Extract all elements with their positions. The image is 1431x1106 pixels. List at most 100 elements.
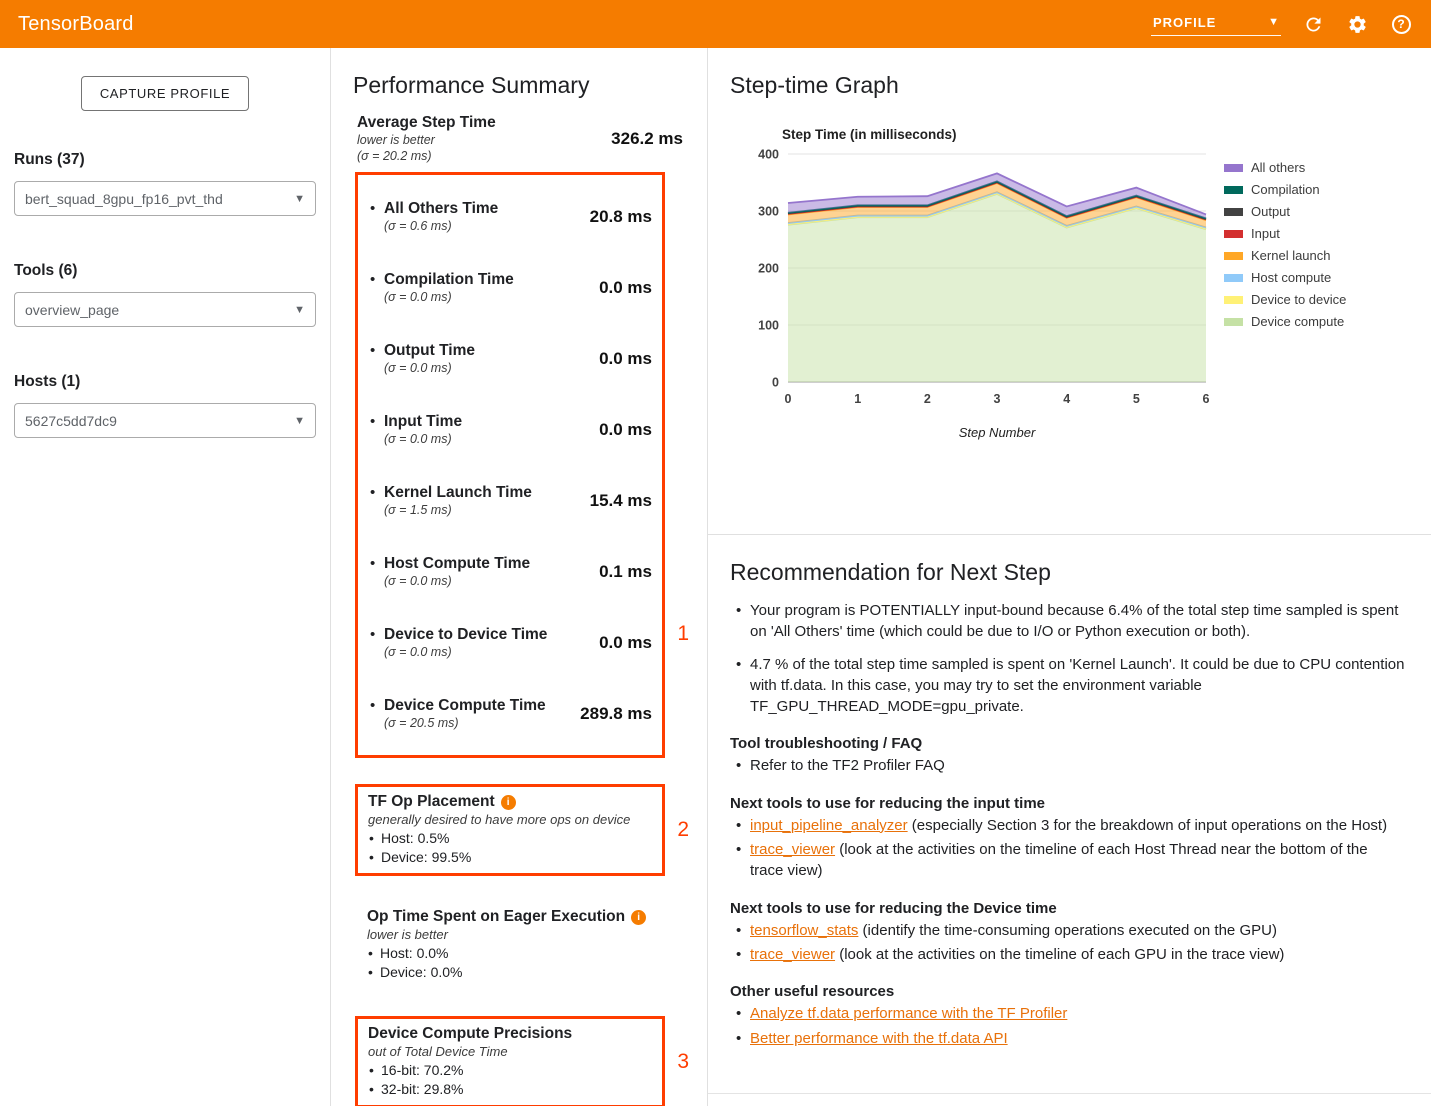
precision-item: 32-bit: 29.8% <box>368 1080 652 1099</box>
legend-item: Input <box>1224 226 1346 241</box>
reco-link[interactable]: trace_viewer <box>750 946 835 963</box>
reco-bullet: Better performance with the tf.data API <box>730 1028 1405 1049</box>
legend-label: Device to device <box>1251 292 1346 307</box>
metric-row: Host Compute Time(σ = 0.0 ms)0.1 ms <box>368 536 652 607</box>
runs-select-value: bert_squad_8gpu_fp16_pvt_thd <box>25 191 223 207</box>
legend-item: Compilation <box>1224 182 1346 197</box>
step-time-breakdown-box: All Others Time(σ = 0.6 ms)20.8 ms Compil… <box>355 172 665 758</box>
metric-sigma: (σ = 0.0 ms) <box>384 644 591 660</box>
step-time-graph-section: Step-time Graph Step Time (in millisecon… <box>708 48 1431 535</box>
top-app-bar: TensorBoard PROFILE ▼ ? <box>0 0 1431 48</box>
tools-select[interactable]: overview_page ▼ <box>14 292 316 327</box>
legend-swatch <box>1224 296 1243 304</box>
reco-list-faq: Refer to the TF2 Profiler FAQ <box>730 755 1405 776</box>
reco-bullet: Refer to the TF2 Profiler FAQ <box>730 755 1405 776</box>
reco-heading-faq: Tool troubleshooting / FAQ <box>730 735 1405 752</box>
tools-select-value: overview_page <box>25 302 119 318</box>
recommendation-title: Recommendation for Next Step <box>730 559 1405 586</box>
legend-item: Device compute <box>1224 314 1346 329</box>
metric-value: 0.0 ms <box>591 420 652 440</box>
legend-swatch <box>1224 274 1243 282</box>
svg-text:300: 300 <box>758 205 779 219</box>
eager-execution-note: lower is better <box>367 927 679 942</box>
metric-value: 0.1 ms <box>591 562 652 582</box>
reco-link[interactable]: tensorflow_stats <box>750 922 858 939</box>
metric-row: Kernel Launch Time(σ = 1.5 ms)15.4 ms <box>368 465 652 536</box>
recommendation-section: Recommendation for Next Step Your progra… <box>708 535 1431 1049</box>
right-panel: Step-time Graph Step Time (in millisecon… <box>708 48 1431 1106</box>
svg-text:3: 3 <box>994 392 1001 406</box>
svg-text:4: 4 <box>1063 392 1070 406</box>
svg-text:100: 100 <box>758 319 779 333</box>
legend-swatch <box>1224 230 1243 238</box>
reco-link[interactable]: trace_viewer <box>750 841 835 858</box>
metric-label: Device Compute Time <box>384 696 572 715</box>
metric-row: Device to Device Time(σ = 0.0 ms)0.0 ms <box>368 607 652 678</box>
chevron-down-icon: ▼ <box>1268 16 1279 28</box>
placement-item: Host: 0.5% <box>368 829 652 848</box>
dashboard-selector[interactable]: PROFILE ▼ <box>1151 13 1281 36</box>
capture-profile-button[interactable]: CAPTURE PROFILE <box>81 76 249 111</box>
metric-sigma: (σ = 0.0 ms) <box>384 431 591 447</box>
metric-value: 0.0 ms <box>591 349 652 369</box>
reco-bullet: trace_viewer (look at the activities on … <box>730 839 1405 882</box>
app-title: TensorBoard <box>18 13 134 36</box>
legend-swatch <box>1224 164 1243 172</box>
metric-value: 15.4 ms <box>582 491 652 511</box>
average-step-time-label: Average Step Time <box>357 113 603 132</box>
metric-row: All Others Time(σ = 0.6 ms)20.8 ms <box>368 181 652 252</box>
reco-list-input-tools: input_pipeline_analyzer (especially Sect… <box>730 815 1405 882</box>
legend-item: Output <box>1224 204 1346 219</box>
step-time-chart: 01002003004000123456Step Number <box>736 144 1216 444</box>
compute-precisions-list: 16-bit: 70.2%32-bit: 29.8% <box>368 1061 652 1099</box>
svg-text:1: 1 <box>854 392 861 406</box>
reco-heading-resources: Other useful resources <box>730 983 1405 1000</box>
metric-sigma: (σ = 20.5 ms) <box>384 715 572 731</box>
help-button[interactable]: ? <box>1389 12 1413 36</box>
reco-link[interactable]: Better performance with the tf.data API <box>750 1030 1008 1047</box>
help-icon: ? <box>1392 15 1411 34</box>
sidebar: CAPTURE PROFILE Runs (37) bert_squad_8gp… <box>0 48 331 1106</box>
runs-select[interactable]: bert_squad_8gpu_fp16_pvt_thd ▼ <box>14 181 316 216</box>
reco-list-device-tools: tensorflow_stats (identify the time-cons… <box>730 920 1405 966</box>
tf-op-placement-title: TF Op Placement <box>368 793 495 811</box>
svg-text:Step Number: Step Number <box>959 425 1036 440</box>
svg-text:5: 5 <box>1133 392 1140 406</box>
svg-text:2: 2 <box>924 392 931 406</box>
average-step-time-value: 326.2 ms <box>603 129 683 149</box>
compute-precisions-note: out of Total Device Time <box>368 1044 652 1059</box>
chart-title: Step Time (in milliseconds) <box>782 127 1407 142</box>
metric-label: Compilation Time <box>384 270 591 289</box>
chart-legend: All othersCompilationOutputInputKernel l… <box>1224 160 1346 329</box>
reco-link[interactable]: Analyze tf.data performance with the TF … <box>750 1005 1067 1022</box>
metrics-list: All Others Time(σ = 0.6 ms)20.8 ms Compil… <box>368 181 652 749</box>
info-icon[interactable]: i <box>501 795 516 810</box>
metric-label: Device to Device Time <box>384 625 591 644</box>
hosts-select-value: 5627c5dd7dc9 <box>25 413 117 429</box>
info-icon[interactable]: i <box>631 910 646 925</box>
reco-link[interactable]: input_pipeline_analyzer <box>750 817 908 834</box>
metric-sigma: (σ = 1.5 ms) <box>384 502 582 518</box>
chevron-down-icon: ▼ <box>294 415 305 427</box>
metric-row: Device Compute Time(σ = 20.5 ms)289.8 ms <box>368 678 652 749</box>
eager-item: Device: 0.0% <box>367 963 679 982</box>
average-step-time-note: lower is better <box>357 132 603 148</box>
legend-label: Compilation <box>1251 182 1320 197</box>
metric-sigma: (σ = 0.0 ms) <box>384 573 591 589</box>
reco-bullet: tensorflow_stats (identify the time-cons… <box>730 920 1405 941</box>
metric-row: Output Time(σ = 0.0 ms)0.0 ms <box>368 323 652 394</box>
annotation-2: 2 <box>665 818 689 842</box>
hosts-select[interactable]: 5627c5dd7dc9 ▼ <box>14 403 316 438</box>
eager-item: Host: 0.0% <box>367 944 679 963</box>
reco-bullet: Analyze tf.data performance with the TF … <box>730 1003 1405 1024</box>
placement-item: Device: 99.5% <box>368 848 652 867</box>
precision-item: 16-bit: 70.2% <box>368 1061 652 1080</box>
settings-button[interactable] <box>1345 12 1369 36</box>
step-time-graph-title: Step-time Graph <box>730 72 1407 99</box>
reco-bullet: 4.7 % of the total step time sampled is … <box>730 654 1405 718</box>
annotation-3: 3 <box>665 1050 689 1074</box>
eager-execution-list: Host: 0.0%Device: 0.0% <box>367 944 679 982</box>
reload-button[interactable] <box>1301 12 1325 36</box>
legend-item: Device to device <box>1224 292 1346 307</box>
svg-text:400: 400 <box>758 148 779 162</box>
